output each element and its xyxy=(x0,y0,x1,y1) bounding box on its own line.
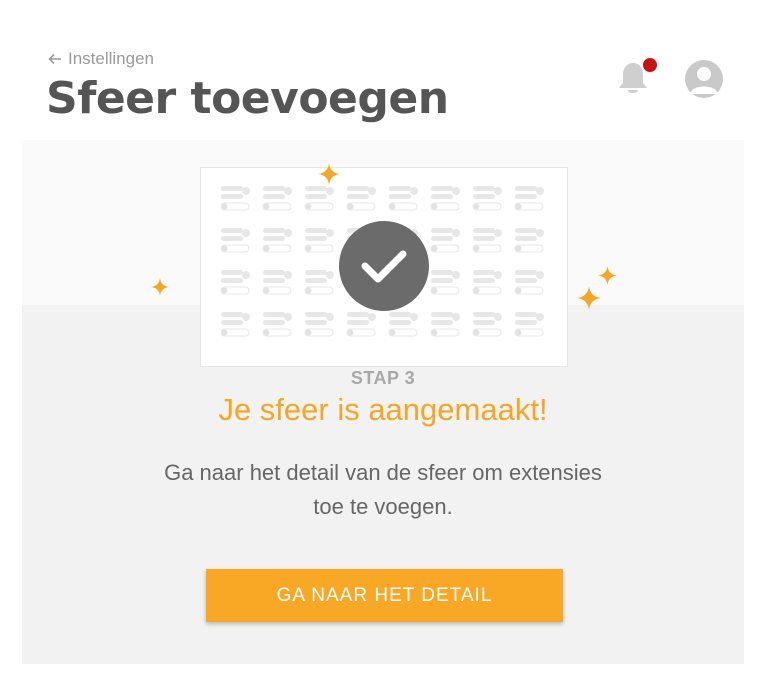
extension-tile xyxy=(514,270,544,295)
description: Ga naar het detail van de sfeer om exten… xyxy=(164,460,602,519)
extension-tile xyxy=(388,186,418,211)
back-link-label: Instellingen xyxy=(68,49,155,68)
user-avatar[interactable] xyxy=(685,60,723,98)
extension-tile xyxy=(262,228,292,253)
extension-tile xyxy=(221,186,250,211)
extension-tile xyxy=(430,186,460,211)
sparkle-icon xyxy=(318,163,340,185)
extension-tile xyxy=(388,312,418,337)
extension-tile xyxy=(221,228,250,253)
avatar-icon xyxy=(690,67,718,94)
extension-tile xyxy=(430,312,460,337)
success-check xyxy=(339,221,429,311)
extension-tile xyxy=(472,186,502,211)
back-arrow-icon xyxy=(48,53,61,65)
back-link[interactable]: Instellingen xyxy=(48,49,154,69)
extension-tile xyxy=(304,312,334,337)
extension-tile xyxy=(221,270,250,295)
sfeer-illustration xyxy=(200,167,568,367)
extension-tile xyxy=(514,186,544,211)
extension-tile xyxy=(304,270,334,295)
page-title: Sfeer toevoegen xyxy=(46,73,449,124)
extension-tile xyxy=(262,312,292,337)
sparkle-icon xyxy=(151,278,169,296)
extension-tile xyxy=(262,186,292,211)
header: Instellingen Sfeer toevoegen xyxy=(22,0,744,140)
content-area: STAP 3 Je sfeer is aangemaakt! Ga naar h… xyxy=(22,140,744,664)
extension-tile xyxy=(430,228,460,253)
sparkle-icon xyxy=(577,286,601,310)
go-to-detail-button[interactable]: GA NAAR HET DETAIL xyxy=(206,569,563,622)
extension-tile xyxy=(221,312,250,337)
notification-badge xyxy=(641,56,659,74)
extension-tile xyxy=(514,228,544,253)
panel: Instellingen Sfeer toevoegen STAP 3 Je s… xyxy=(22,0,744,664)
extension-tile xyxy=(262,270,292,295)
extension-tile xyxy=(472,312,502,337)
extension-tile xyxy=(304,228,334,253)
notifications-button[interactable] xyxy=(616,56,659,98)
sparkle-icon xyxy=(598,266,617,285)
extension-tile xyxy=(472,228,502,253)
step-label: STAP 3 xyxy=(350,368,416,388)
extension-tile xyxy=(472,270,502,295)
extension-tile xyxy=(304,186,334,211)
extension-tile xyxy=(514,312,544,337)
checkmark-icon xyxy=(361,250,407,283)
extension-tile xyxy=(430,270,460,295)
success-title: Je sfeer is aangemaakt! xyxy=(218,392,548,427)
extension-tile xyxy=(346,186,376,211)
extension-tile xyxy=(346,312,376,337)
